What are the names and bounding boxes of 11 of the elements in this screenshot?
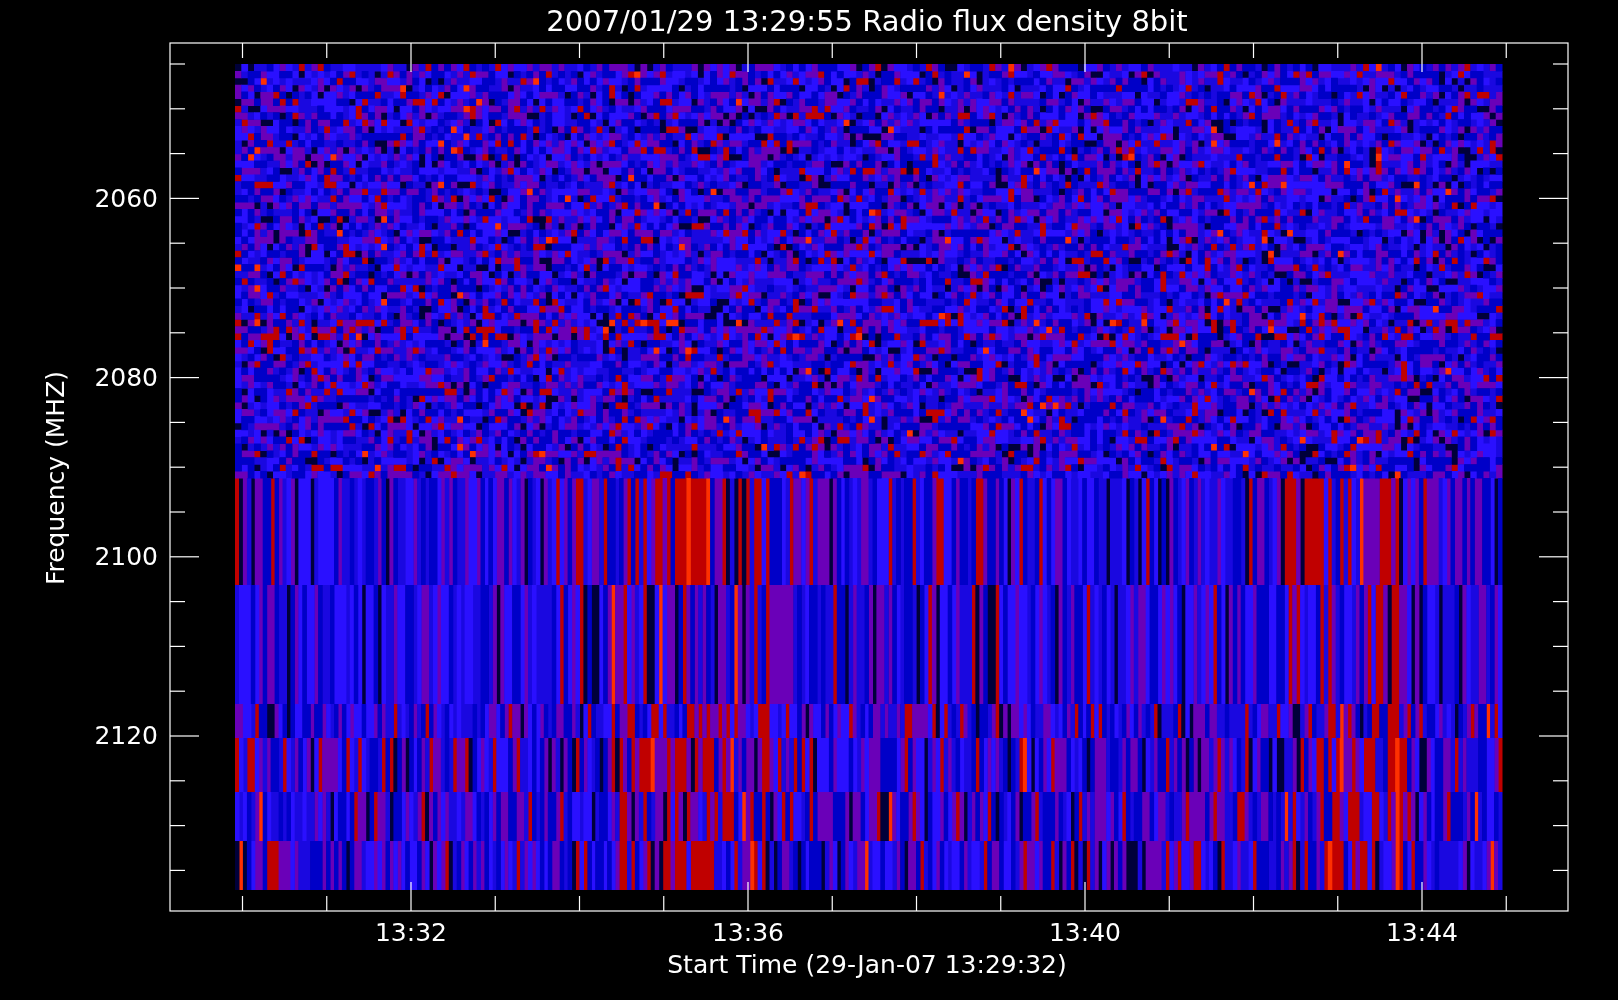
tick-label: 2080: [94, 363, 158, 392]
tick-label: 2060: [94, 184, 158, 213]
tick-label: 13:36: [712, 918, 784, 947]
tick-label: 2120: [94, 721, 158, 750]
tick-label: 13:44: [1386, 918, 1458, 947]
tick-label: 2100: [94, 542, 158, 571]
axis-label: Frequency (MHZ): [41, 370, 70, 586]
chart-title: 2007/01/29 13:29:55 Radio flux density 8bit: [546, 4, 1188, 38]
tick-label: 13:40: [1049, 918, 1121, 947]
axis-label: Start Time (29-Jan-07 13:29:32): [667, 950, 1067, 979]
tick-label: 13:32: [375, 918, 447, 947]
